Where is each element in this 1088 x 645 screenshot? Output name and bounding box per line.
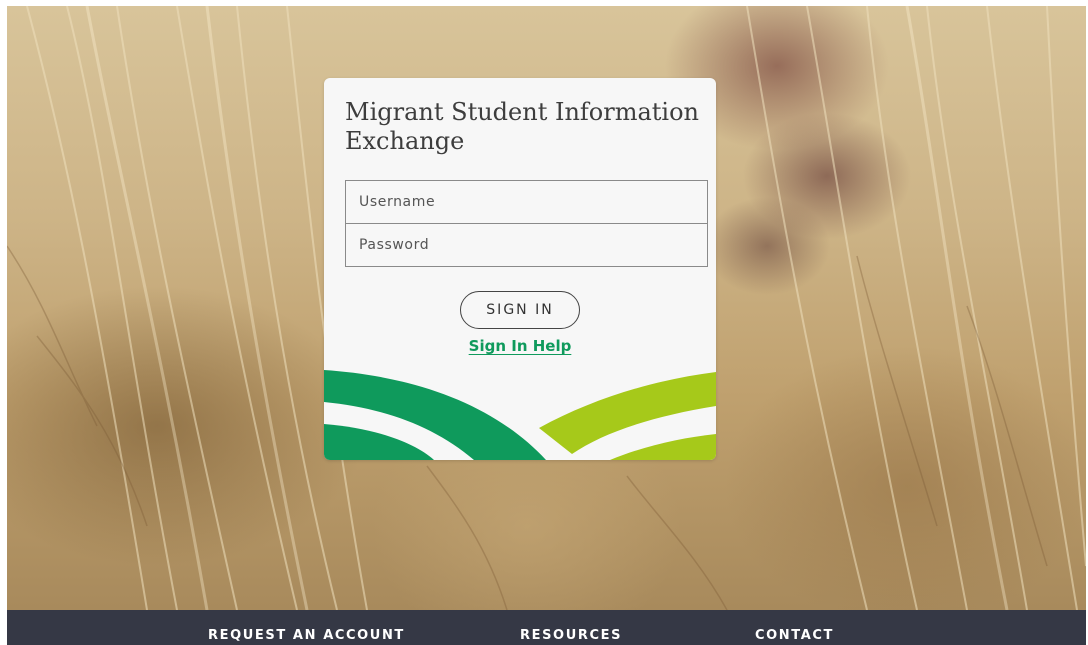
resources-link[interactable]: RESOURCES (520, 628, 622, 643)
contact-link[interactable]: CONTACT (755, 628, 834, 643)
request-account-link[interactable]: REQUEST AN ACCOUNT (208, 628, 405, 643)
sign-in-button[interactable]: SIGN IN (460, 291, 580, 329)
brand-swoosh-graphic (324, 370, 716, 460)
sign-in-help-link[interactable]: Sign In Help (324, 337, 716, 355)
password-input[interactable] (345, 223, 708, 267)
username-input[interactable] (345, 180, 708, 224)
login-card: Migrant Student Information Exchange SIG… (324, 78, 716, 460)
page-viewport: Migrant Student Information Exchange SIG… (7, 6, 1086, 645)
footer-nav: REQUEST AN ACCOUNT RESOURCES CONTACT (7, 610, 1086, 645)
app-title: Migrant Student Information Exchange (345, 98, 699, 155)
